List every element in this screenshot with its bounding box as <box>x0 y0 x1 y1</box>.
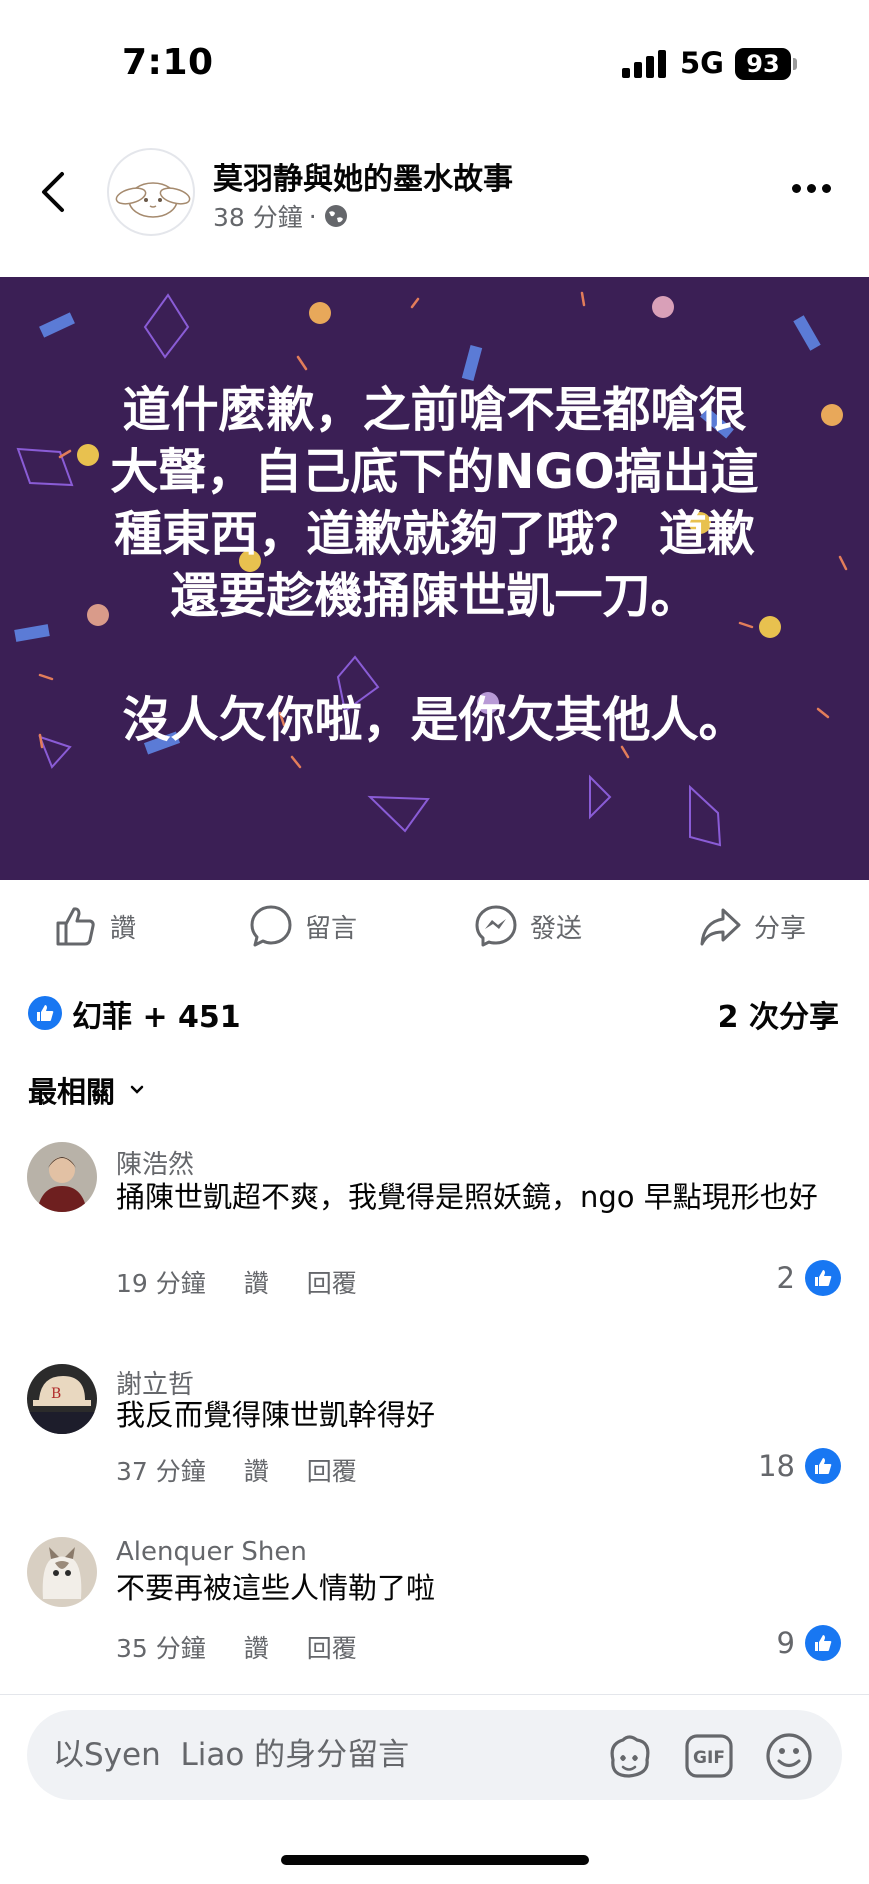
more-options-button[interactable] <box>792 176 840 200</box>
comment-label: 留言 <box>305 913 358 944</box>
meta-separator: · <box>308 201 317 231</box>
comment-composer: GIF <box>27 1710 842 1800</box>
home-indicator <box>281 1855 589 1865</box>
post-image[interactable]: 道什麼歉，之前嗆不是都嗆很 大聲，自己底下的NGO搞出這 種東西，道歉就夠了哦？… <box>0 277 869 880</box>
comment-like-button[interactable]: 讚 <box>244 1629 269 1665</box>
comment-text: 我反而覺得陳世凱幹得好 <box>116 1398 436 1432</box>
chevron-down-icon <box>130 1085 144 1094</box>
gif-label: GIF <box>693 1748 725 1768</box>
signal-icon <box>622 48 668 78</box>
send-label: 發送 <box>530 913 583 944</box>
status-time: 7:10 <box>122 42 214 83</box>
commenter-avatar[interactable] <box>27 1537 97 1607</box>
share-count[interactable]: 2 次分享 <box>718 992 839 1036</box>
like-button[interactable]: 讚 <box>54 892 136 960</box>
comment-like-count[interactable]: 9 <box>777 1625 841 1661</box>
comment-text: 不要再被這些人情勒了啦 <box>116 1571 436 1605</box>
dot-icon <box>792 183 801 193</box>
post-meta: 38 分鐘 · <box>213 198 349 234</box>
share-arrow-icon <box>700 908 741 946</box>
like-reaction-icon <box>805 1260 841 1296</box>
comment-reply-button[interactable]: 回覆 <box>307 1264 357 1300</box>
reaction-summary-row[interactable]: 幻菲 + 451 2 次分享 <box>0 990 869 1038</box>
like-reaction-icon <box>805 1625 841 1661</box>
comment-input[interactable] <box>53 1732 593 1778</box>
comment-text: 捅陳世凱超不爽，我覺得是照妖鏡，ngo 早點現形也好 <box>116 1180 818 1214</box>
share-label: 分享 <box>754 913 807 944</box>
comment-composer-area: GIF <box>0 1694 869 1884</box>
like-count: 18 <box>758 1449 795 1483</box>
chevron-left-icon <box>42 172 64 212</box>
battery-tip <box>793 58 797 70</box>
sort-label: 最相關 <box>28 1075 116 1109</box>
share-button[interactable]: 分享 <box>698 892 806 960</box>
comment-time: 37 分鐘 <box>116 1457 206 1486</box>
commenter-avatar[interactable] <box>27 1142 97 1212</box>
comment-like-button[interactable]: 讚 <box>244 1452 269 1488</box>
network-label: 5G <box>680 46 724 80</box>
dot-icon <box>807 183 816 193</box>
comment-bubble-icon <box>250 905 292 947</box>
post-time: 38 分鐘 <box>213 203 303 232</box>
gif-button[interactable]: GIF <box>683 1730 735 1782</box>
messenger-icon <box>475 905 517 947</box>
thumbs-up-icon <box>56 907 95 946</box>
bunny-avatar-icon <box>115 182 191 218</box>
commenter-name[interactable]: Alenquer Shen <box>116 1537 307 1567</box>
post-header: 莫羽静與她的墨水故事 38 分鐘 · <box>0 130 869 276</box>
reaction-summary: 幻菲 + 451 <box>72 1000 241 1035</box>
post-action-bar: 讚 留言 發送 分享 <box>0 892 869 960</box>
svg-text:B: B <box>51 1386 61 1402</box>
comment-reply-button[interactable]: 回覆 <box>307 1629 357 1665</box>
comment-sort-dropdown[interactable]: 最相關 <box>28 1068 145 1112</box>
like-count: 9 <box>776 1626 795 1660</box>
comment-button[interactable]: 留言 <box>249 892 357 960</box>
comment-time: 35 分鐘 <box>116 1634 206 1663</box>
battery-icon: 93 <box>735 48 791 80</box>
like-label: 讚 <box>110 913 137 944</box>
like-count: 2 <box>776 1261 795 1295</box>
comment-like-button[interactable]: 讚 <box>244 1264 269 1300</box>
comment-actions: 37 分鐘 讚 回覆 <box>116 1452 357 1488</box>
page-avatar[interactable] <box>107 148 195 236</box>
comment-time: 19 分鐘 <box>116 1269 206 1298</box>
globe-icon <box>324 205 347 227</box>
comment-reply-button[interactable]: 回覆 <box>307 1452 357 1488</box>
commenter-avatar[interactable]: B <box>27 1364 97 1434</box>
post-image-text: 道什麼歉，之前嗆不是都嗆很 大聲，自己底下的NGO搞出這 種東西，道歉就夠了哦？… <box>110 382 759 748</box>
comment-like-count[interactable]: 18 <box>758 1448 841 1484</box>
back-button[interactable] <box>30 162 74 222</box>
like-reaction-icon <box>28 996 62 1030</box>
page-name[interactable]: 莫羽静與她的墨水故事 <box>213 154 513 198</box>
comment-like-count[interactable]: 2 <box>777 1260 841 1296</box>
avatar-sticker-icon[interactable] <box>603 1730 655 1782</box>
like-reaction-icon <box>805 1448 841 1484</box>
send-button[interactable]: 發送 <box>474 892 582 960</box>
status-bar: 7:10 5G 93 <box>0 0 869 120</box>
emoji-button[interactable] <box>763 1730 815 1782</box>
comment-actions: 19 分鐘 讚 回覆 <box>116 1264 357 1300</box>
dot-icon <box>822 183 831 193</box>
comment-actions: 35 分鐘 讚 回覆 <box>116 1629 357 1665</box>
